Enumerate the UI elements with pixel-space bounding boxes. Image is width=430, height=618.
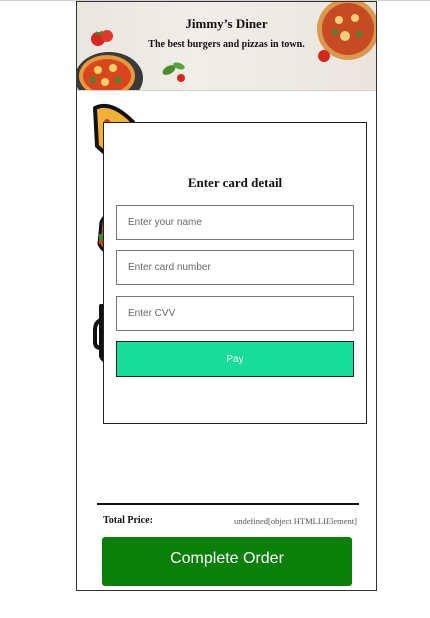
restaurant-tagline: The best burgers and pizzas in town.: [148, 39, 305, 50]
payment-modal: Enter card detail Pay: [103, 122, 367, 424]
modal-title: Enter card detail: [187, 175, 283, 190]
card-number-input[interactable]: [116, 250, 354, 285]
herb-icon: [162, 62, 185, 82]
order-divider: [97, 503, 359, 505]
cvv-input[interactable]: [116, 296, 354, 331]
pay-button[interactable]: Pay: [116, 341, 354, 377]
complete-order-button[interactable]: Complete Order: [102, 537, 352, 586]
header-banner: Jimmy’s Diner The best burgers and pizza…: [77, 2, 376, 91]
app-container: Jimmy’s Diner The best burgers and pizza…: [76, 1, 377, 591]
total-price-label: Total Price:: [103, 515, 153, 526]
name-input[interactable]: [116, 205, 354, 240]
restaurant-title: Jimmy’s Diner: [185, 16, 268, 31]
total-price-value: undefined[object HTMLLIElement]: [234, 516, 357, 526]
